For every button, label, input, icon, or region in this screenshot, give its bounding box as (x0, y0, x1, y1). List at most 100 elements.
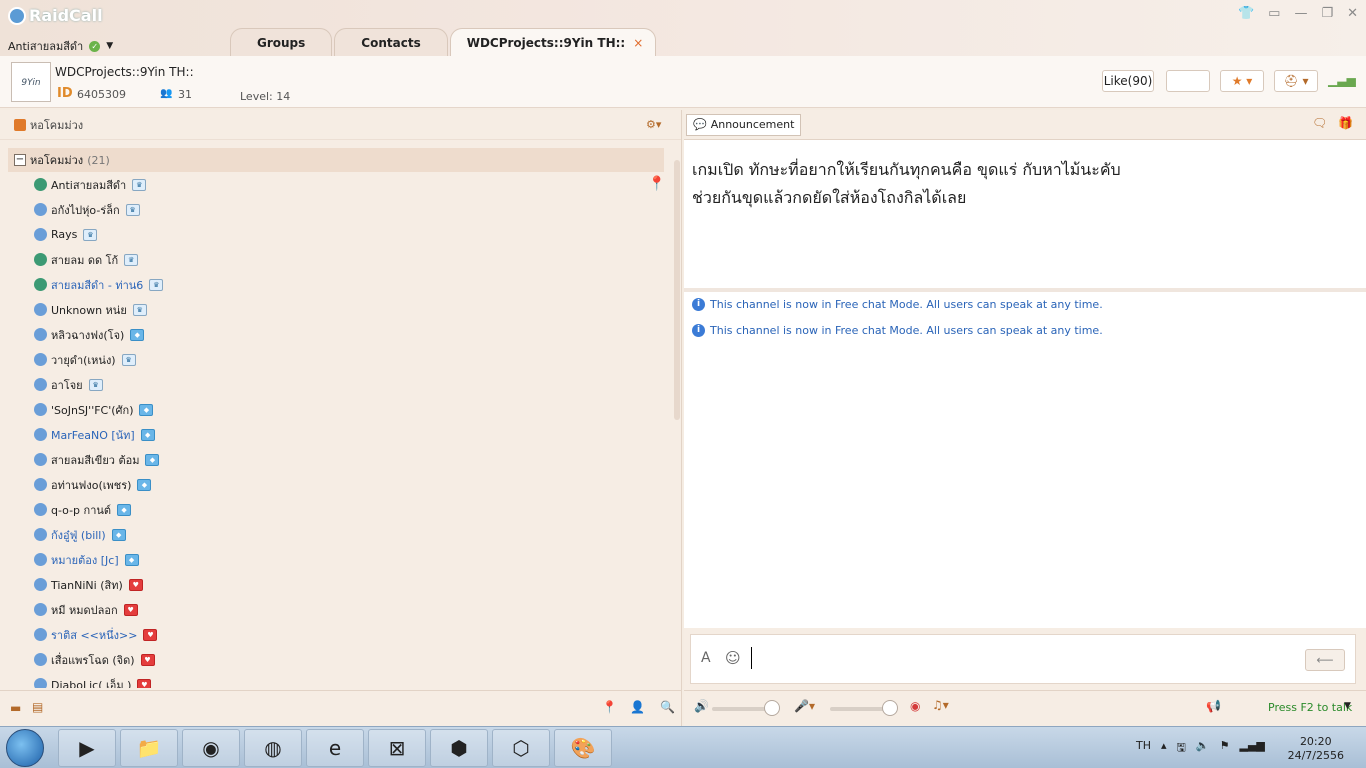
language-indicator[interactable]: TH (1136, 739, 1151, 758)
network-icon[interactable]: ▂▄▆ (1239, 739, 1264, 758)
card-icon[interactable]: ▤ (32, 700, 43, 714)
user-avatar-icon (34, 603, 47, 616)
chat-options-icon[interactable]: 🗨 (1312, 116, 1327, 130)
collapse-all-icon[interactable]: ▬ (10, 701, 21, 715)
minimize-button[interactable]: — (1294, 6, 1307, 21)
crown-badge-icon: ♛ (125, 203, 140, 216)
channel-root[interactable]: − หอโคมม่วง (21) (8, 148, 664, 172)
chat-input[interactable]: A ☺ ⟵ (690, 634, 1356, 684)
search-icon[interactable]: 🔍 (660, 700, 675, 714)
firefox-icon[interactable]: ◍ (244, 729, 302, 767)
like-button[interactable]: Like(90) (1102, 70, 1154, 92)
clock[interactable]: 20:20 24/7/2556 (1288, 735, 1344, 763)
flag-icon[interactable]: ⚑ (1220, 739, 1230, 758)
member-row[interactable]: อาโจย ♛ (0, 372, 672, 397)
member-row[interactable]: Antiสายลมสีดำ ♛ (0, 172, 672, 197)
member-panel-header: หอโคมม่วง ⚙▾ (0, 110, 681, 140)
close-button[interactable]: ✕ (1347, 6, 1358, 21)
explorer-icon[interactable]: 📁 (120, 729, 178, 767)
member-row[interactable]: TianNiNi (สิท) ♥ (0, 572, 672, 597)
user-avatar-icon (34, 428, 47, 441)
member-row[interactable]: 'SoJnSJ''FC'(ศัก) ◆ (0, 397, 672, 422)
tab-contacts[interactable]: Contacts (334, 28, 448, 56)
collapse-icon[interactable]: − (14, 154, 26, 166)
locate-icon[interactable]: 📍 (602, 700, 617, 714)
user-avatar-icon (34, 303, 47, 316)
member-row[interactable]: สายลมสีดำ - ท่าน6 ♛ (0, 272, 672, 297)
announcement-line: เกมเปิด ทักษะที่อยากให้เรียนกันทุกคนคือ … (692, 160, 1121, 179)
divider (684, 288, 1366, 292)
announcement-button[interactable]: 💬 Announcement (686, 113, 802, 136)
member-name: สายลม ดด โก้ (51, 253, 119, 267)
member-row[interactable]: DiaboLic( เอ็ม ) ♥ (0, 672, 672, 688)
member-row[interactable]: วายุดำ(เหน่ง) ♛ (0, 347, 672, 372)
member-name: อกังไปหุ่o-ร่ล็ก (51, 203, 120, 217)
mini-mode-icon[interactable]: ▭ (1268, 6, 1280, 21)
tab-channel[interactable]: WDCProjects::9Yin TH:: × (449, 28, 657, 56)
speaker-volume-knob[interactable] (764, 700, 780, 716)
channel-avatar[interactable]: 9Yin (11, 62, 51, 102)
member-row[interactable]: สายลมสีเขียว ต้อม ◆ (0, 447, 672, 472)
close-tab-icon[interactable]: × (633, 36, 643, 50)
raidcall-task-icon[interactable]: ⬢ (430, 729, 488, 767)
favorite-button[interactable]: ★ ▾ (1220, 70, 1264, 92)
start-button[interactable] (6, 729, 44, 767)
member-row[interactable]: หมี หมดปลอก ♥ (0, 597, 672, 622)
blank-button[interactable] (1166, 70, 1210, 92)
member-name: Antiสายลมสีดำ (51, 178, 127, 192)
member-row[interactable]: อกังไปหุ่o-ร่ล็ก ♛ (0, 197, 672, 222)
heart-badge-icon: ♥ (123, 603, 138, 616)
user-status[interactable]: Antiสายลมสีดำ ✓ ▼ (8, 37, 113, 55)
record-icon[interactable]: ◉ (910, 699, 920, 713)
user-avatar-icon (34, 328, 47, 341)
chevron-down-icon[interactable]: ▼ (106, 41, 113, 51)
member-row[interactable]: หมายต้อง [Jc] ◆ (0, 547, 672, 572)
mic-volume-knob[interactable] (882, 700, 898, 716)
user-icon[interactable]: 👤 (630, 700, 645, 714)
chat-input-area: A ☺ ⟵ (684, 628, 1366, 690)
skin-icon[interactable]: 👕 (1238, 6, 1254, 21)
send-button[interactable]: ⟵ (1305, 649, 1345, 671)
media-player-icon[interactable]: ▶ (58, 729, 116, 767)
member-row[interactable]: อท่านฟงo(เพชร) ◆ (0, 472, 672, 497)
speaker-icon[interactable]: 🔊 (694, 699, 709, 713)
member-scrollbar[interactable] (674, 160, 680, 420)
press-to-talk-label[interactable]: Press F2 to talk (1268, 701, 1352, 714)
member-row[interactable]: ราติส <<หนึ่ง>> ♥ (0, 622, 672, 647)
emoticon-icon[interactable]: ☺ (725, 649, 741, 667)
game-icon[interactable]: ⬡ (492, 729, 550, 767)
maximize-button[interactable]: ❐ (1321, 6, 1333, 21)
raidcall-logo-icon (8, 6, 26, 25)
chevron-down-icon[interactable]: ▼ (1344, 701, 1351, 711)
volume-icon[interactable]: 🔈 (1196, 739, 1210, 758)
chrome-icon[interactable]: ◉ (182, 729, 240, 767)
paint-icon[interactable]: 🎨 (554, 729, 612, 767)
member-count: 31 (178, 88, 192, 101)
member-row[interactable]: หลิวฉางฟง(โจ) ◆ (0, 322, 672, 347)
gift-icon[interactable]: 🎁 (1338, 116, 1353, 130)
music-icon[interactable]: ♫▾ (932, 698, 949, 712)
member-row[interactable]: เสื่อแพรโฉด (จิด) ♥ (0, 647, 672, 672)
channel-level: Level: 14 (240, 90, 291, 103)
member-row[interactable]: Unknown หน่ย ♛ (0, 297, 672, 322)
location-pin-icon[interactable]: 📍 (648, 176, 665, 192)
member-row[interactable]: q-o-p กานต์ ◆ (0, 497, 672, 522)
font-icon[interactable]: A (701, 650, 711, 666)
join-button[interactable]: ⛑ ▾ (1274, 70, 1318, 92)
microphone-icon[interactable]: 🎤▾ (794, 699, 815, 713)
member-row[interactable]: สายลม ดด โก้ ♛ (0, 247, 672, 272)
member-row[interactable]: Rays ♛ (0, 222, 672, 247)
tray-arrow-icon[interactable]: ▴ (1161, 739, 1167, 758)
member-name: หมายต้อง [Jc] (51, 553, 119, 567)
devices-icon[interactable]: 🖫 (1177, 739, 1186, 758)
chat-settings-icon[interactable]: ⚙▾ (646, 118, 661, 131)
user-name: Antiสายลมสีดำ (8, 40, 84, 53)
info-icon: i (692, 324, 705, 337)
talk-mode-icon[interactable]: 📢 (1206, 699, 1221, 713)
pdf-icon[interactable]: ⊠ (368, 729, 426, 767)
ie-icon[interactable]: e (306, 729, 364, 767)
member-list: Antiสายลมสีดำ ♛ อกังไปหุ่o-ร่ล็ก ♛ Rays ♛ สายล… (0, 172, 672, 688)
member-row[interactable]: MarFeaNO [น้ท] ◆ (0, 422, 672, 447)
member-row[interactable]: กังอู๋ฟู่ (bill) ◆ (0, 522, 672, 547)
tab-groups[interactable]: Groups (230, 28, 333, 56)
